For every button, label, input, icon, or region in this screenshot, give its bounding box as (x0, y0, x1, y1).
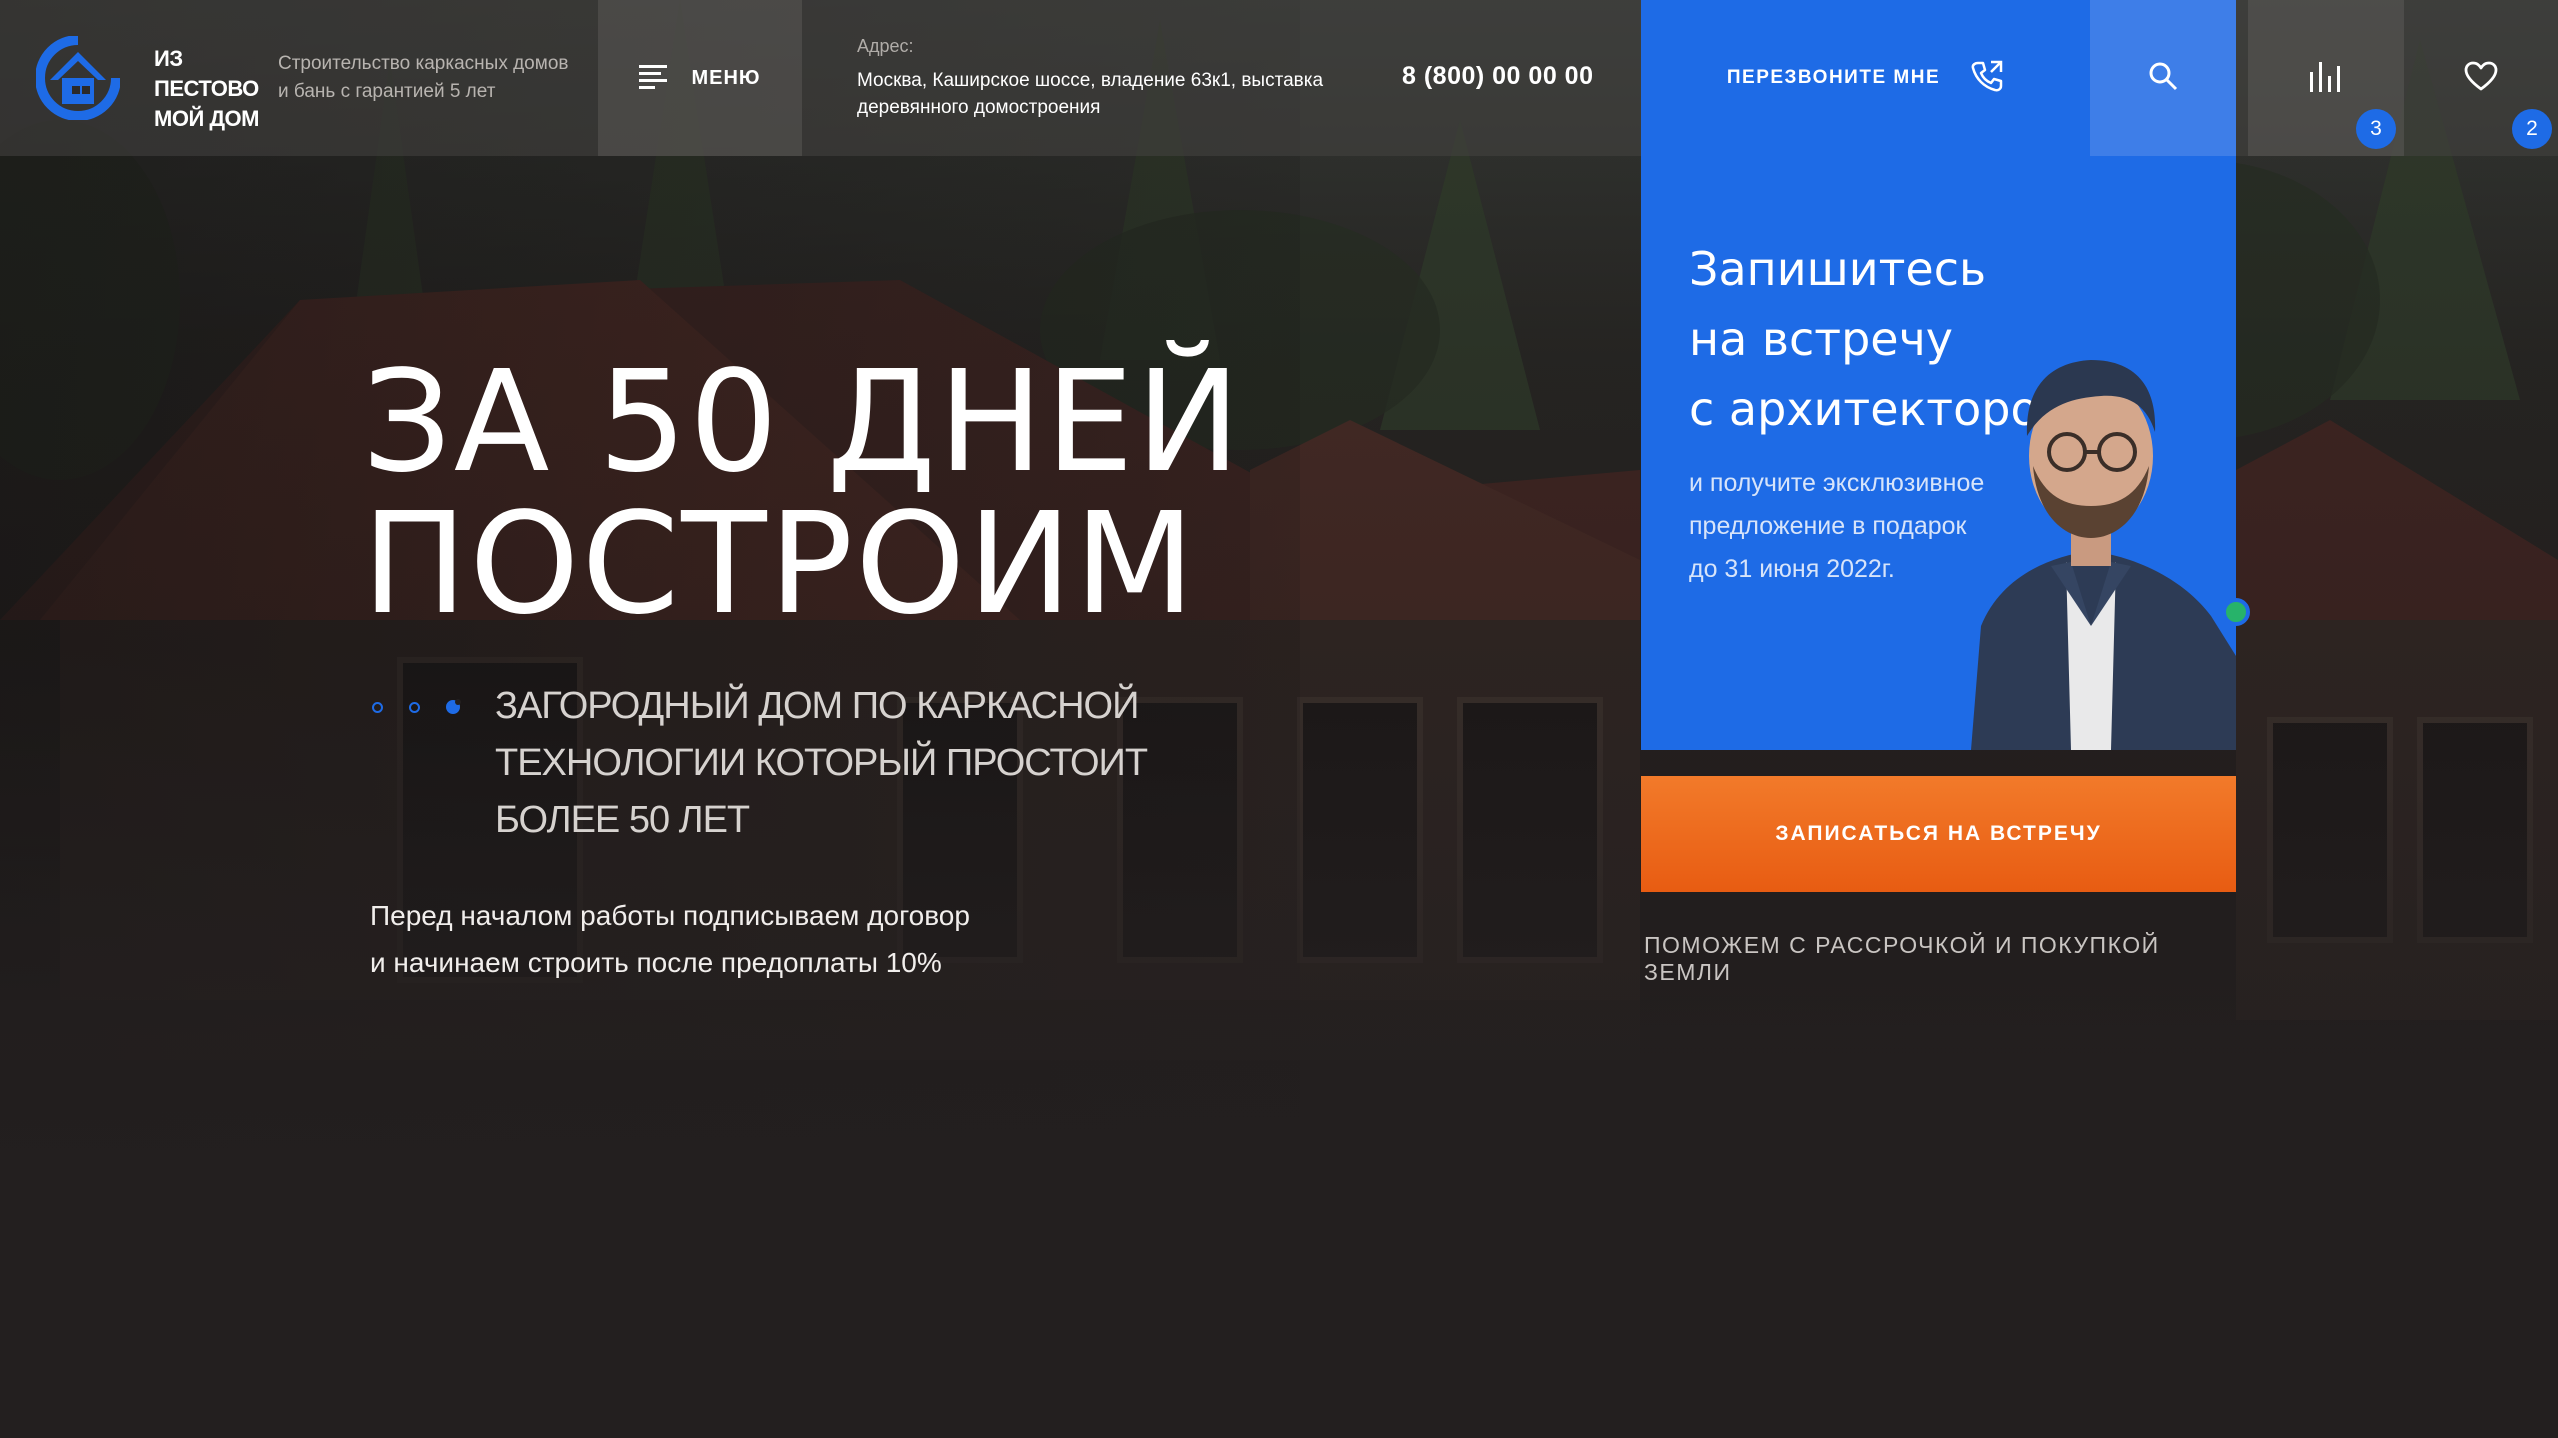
search-button[interactable] (2090, 0, 2236, 156)
slider-dot-1[interactable] (372, 701, 383, 713)
slider-dots (372, 699, 461, 714)
callback-label: ПЕРЕЗВОНИТЕ МНЕ (1726, 67, 1941, 88)
phone-icon (1970, 59, 2004, 98)
hero-note-line-1: Перед началом работы подписываем договор (370, 900, 970, 931)
phone-link[interactable]: 8 (800) 00 00 00 (1402, 62, 1593, 91)
menu-label: МЕНЮ (691, 66, 761, 89)
favorites-count-badge: 2 (2512, 109, 2552, 149)
hero-title-line-2: ПОСТРОИМ (362, 483, 1197, 646)
address-value: Москва, Каширское шоссе, владение 63к1, … (857, 70, 1324, 118)
slider-dot-3[interactable] (446, 699, 461, 714)
book-meeting-button[interactable]: ЗАПИСАТЬСЯ НА ВСТРЕЧУ (1641, 776, 2236, 892)
heart-icon (2464, 61, 2498, 96)
hero-note-line-2: и начинаем строить после предоплаты 10% (370, 947, 942, 978)
hero-subtitle: ЗАГОРОДНЫЙ ДОМ ПО КАРКАСНОЙ ТЕХНОЛОГИИ К… (495, 685, 1148, 841)
address-block: Адрес: Москва, Каширское шоссе, владение… (857, 36, 1337, 121)
installment-help-text: ПОМОЖЕМ С РАССРОЧКОЙ И ПОКУПКОЙ ЗЕМЛИ (1644, 932, 2160, 985)
brand-name[interactable]: ИЗ ПЕСТОВО МОЙ ДОМ (154, 44, 264, 134)
menu-icon (639, 63, 669, 94)
callback-button[interactable]: ПЕРЕЗВОНИТЕ МНЕ (1641, 0, 2090, 156)
logo-icon[interactable] (35, 35, 121, 121)
online-status-indicator (2222, 598, 2250, 626)
hero-title: ЗА 50 ДНЕЙ ПОСТРОИМ (362, 352, 1362, 636)
slider-dot-2[interactable] (409, 701, 420, 713)
hero-title-line-1: ЗА 50 ДНЕЙ (362, 341, 1243, 504)
brand-tagline: Строительство каркасных домов и бань с г… (278, 53, 569, 102)
hero-note: Перед началом работы подписываем договор… (370, 892, 1070, 986)
compare-count-badge: 3 (2356, 109, 2396, 149)
search-icon (2148, 61, 2178, 96)
address-caption: Адрес: (857, 36, 914, 56)
site-header: ИЗ ПЕСТОВО МОЙ ДОМ Строительство каркасн… (0, 0, 2558, 156)
architect-photo (1971, 360, 2236, 750)
menu-button[interactable]: МЕНЮ (598, 0, 802, 156)
compare-icon (2308, 60, 2344, 97)
brand-line-1: ИЗ ПЕСТОВО (154, 46, 259, 101)
brand-line-2: МОЙ ДОМ (154, 106, 259, 131)
architect-promo-card: Запишитесь на встречу с архитектором и п… (1641, 156, 2236, 750)
promo-title-line-1: Запишитесь (1689, 242, 1987, 296)
